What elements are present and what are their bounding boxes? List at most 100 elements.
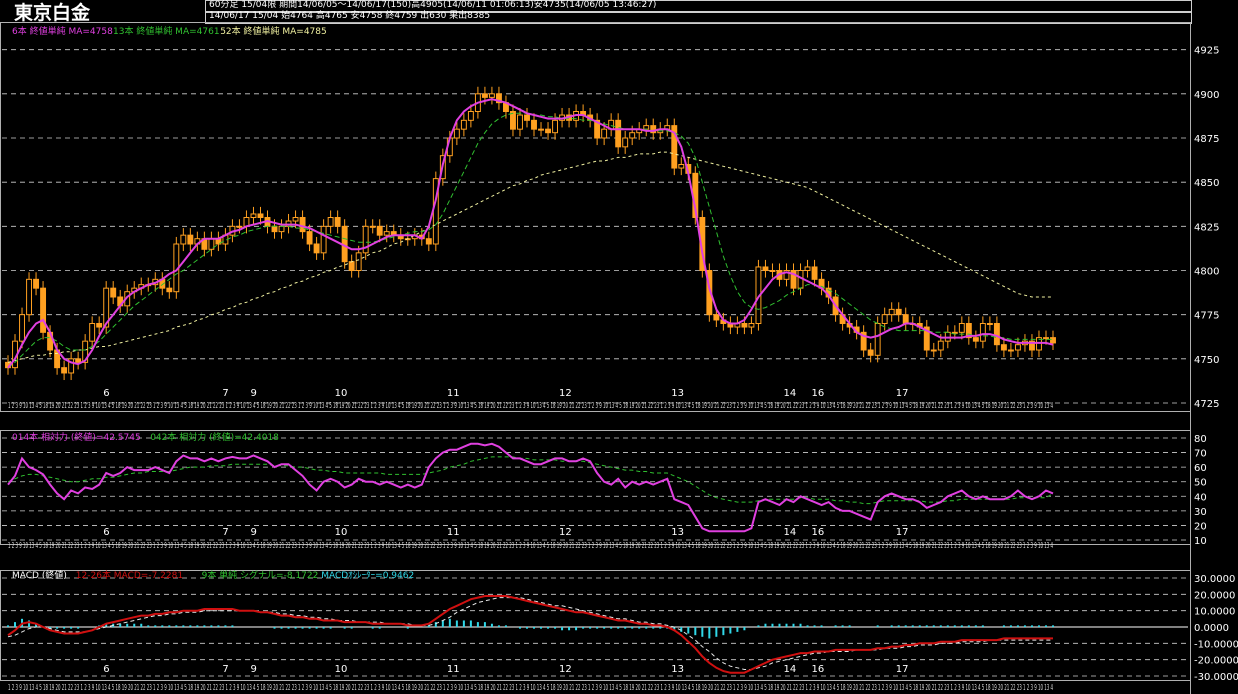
panel-frame-2 — [0, 570, 1191, 681]
y-tick-label: 4900 — [1194, 90, 1219, 101]
candle-body — [601, 128, 608, 139]
date-label: 7 — [222, 664, 228, 675]
signal-line — [7, 597, 1053, 670]
candle-body — [250, 213, 257, 218]
date-label: 13 — [671, 527, 684, 538]
candle-body — [986, 323, 993, 325]
candle-body — [713, 314, 720, 321]
date-label: 12 — [559, 664, 572, 675]
candle-body — [40, 287, 47, 333]
legend-entry: 6本 終値単純 MA=4758 — [12, 25, 113, 37]
candle-body — [453, 128, 460, 139]
candle-body — [958, 323, 965, 333]
legend-entry: MACD (終値) — [12, 569, 67, 581]
candle-body — [460, 119, 467, 130]
date-label: 6 — [103, 527, 109, 538]
y-tick-label: 4800 — [1194, 267, 1219, 278]
candle-body — [937, 340, 944, 351]
candle-body — [306, 231, 313, 245]
y-tick-label: 4925 — [1194, 46, 1219, 57]
candle-body — [979, 323, 986, 342]
legend-entry: 014本 相対力 (終値)=42.5745 — [12, 431, 141, 443]
legend-entry: 52本 終値単純 MA=4785 — [220, 25, 327, 37]
y-tick-label: 4825 — [1194, 222, 1219, 233]
candle-body — [524, 114, 530, 121]
date-label: 7 — [222, 388, 228, 399]
candle-body — [89, 323, 96, 342]
date-label: 14 — [783, 527, 796, 538]
date-label: 17 — [896, 664, 909, 675]
date-label: 10 — [335, 527, 348, 538]
candle-body — [643, 125, 650, 130]
candle-body — [545, 128, 551, 134]
date-label: 13 — [671, 388, 684, 399]
date-label: 12 — [559, 388, 572, 399]
date-label: 11 — [447, 527, 460, 538]
candle-body — [376, 225, 383, 236]
date-label: 9 — [250, 388, 256, 399]
candle-body — [271, 225, 278, 233]
y-tick-label: 40 — [1194, 492, 1207, 503]
candle-body — [313, 243, 320, 254]
date-label: 6 — [103, 664, 109, 675]
legend-entry: 042本 相対力 (終値)=42.4018 — [150, 431, 279, 443]
candle-body — [257, 213, 264, 218]
candle-body — [881, 314, 888, 324]
date-label: 6 — [103, 388, 109, 399]
candle-body — [874, 323, 881, 356]
date-label: 10 — [335, 388, 348, 399]
y-tick-label: 4775 — [1194, 311, 1219, 322]
date-label: 16 — [812, 664, 825, 675]
candle-body — [930, 349, 937, 352]
legend-entry: MACDｵｼﾚｰﾀｰ=0.9462 — [321, 570, 414, 581]
candle-body — [425, 238, 432, 245]
time-axis-labels: 1 2 3 9 10 13 4 5 18 19 20 21 22 23 1 2 … — [8, 541, 1053, 550]
ma13-line — [7, 112, 1053, 369]
candle-body — [902, 314, 909, 324]
y-tick-label: 20 — [1194, 521, 1207, 532]
candle-body — [26, 278, 32, 316]
candle-body — [33, 278, 40, 289]
candle-body — [811, 266, 818, 280]
candle-body — [972, 337, 979, 342]
rsi14-line — [7, 442, 1054, 533]
candle-body — [383, 231, 390, 236]
date-label: 16 — [812, 527, 825, 538]
y-tick-label: 20.0000 — [1194, 590, 1235, 601]
candle-body — [867, 349, 874, 356]
candle-body — [517, 114, 523, 130]
candle-body — [110, 287, 117, 298]
candle-body — [1014, 344, 1021, 351]
candle-body — [320, 225, 327, 254]
candle-body — [369, 225, 376, 228]
time-axis-labels: 1 2 3 9 10 13 4 5 18 19 20 21 22 23 1 2 … — [8, 683, 1053, 692]
candle-body — [888, 308, 895, 316]
candle-body — [299, 217, 306, 233]
y-tick-label: 70 — [1194, 449, 1207, 460]
candle-body — [1043, 337, 1049, 340]
candle-body — [348, 261, 355, 271]
y-tick-label: -10.0000 — [1194, 639, 1238, 650]
candle-body — [762, 266, 769, 272]
panel-frame-1 — [0, 430, 1191, 545]
macd-line — [7, 595, 1053, 674]
candle-body — [895, 308, 902, 316]
date-label: 17 — [896, 388, 909, 399]
y-tick-label: 10.0000 — [1194, 607, 1235, 618]
date-label: 17 — [896, 527, 909, 538]
candle-body — [678, 164, 685, 169]
time-axis-labels: 1 2 3 9 10 13 4 5 18 19 20 21 22 23 1 2 … — [8, 401, 1053, 410]
panel-frame-0 — [0, 22, 1191, 412]
legend-entry: 13本 終値単純 MA=4761 — [113, 25, 220, 37]
candle-body — [769, 270, 776, 272]
chart-canvas: 4725 4750 4775 4800 4825 4850 4875 4900 4925 6本 終… — [0, 22, 1238, 694]
candle-body — [278, 225, 285, 233]
candle-body — [538, 128, 544, 131]
date-label: 14 — [783, 664, 796, 675]
candle-body — [1007, 349, 1014, 352]
candle-body — [622, 137, 629, 148]
y-tick-label: 0.0000 — [1194, 623, 1229, 634]
y-tick-label: -20.0000 — [1194, 656, 1238, 667]
candle-body — [629, 132, 636, 139]
candle-body — [327, 217, 334, 227]
